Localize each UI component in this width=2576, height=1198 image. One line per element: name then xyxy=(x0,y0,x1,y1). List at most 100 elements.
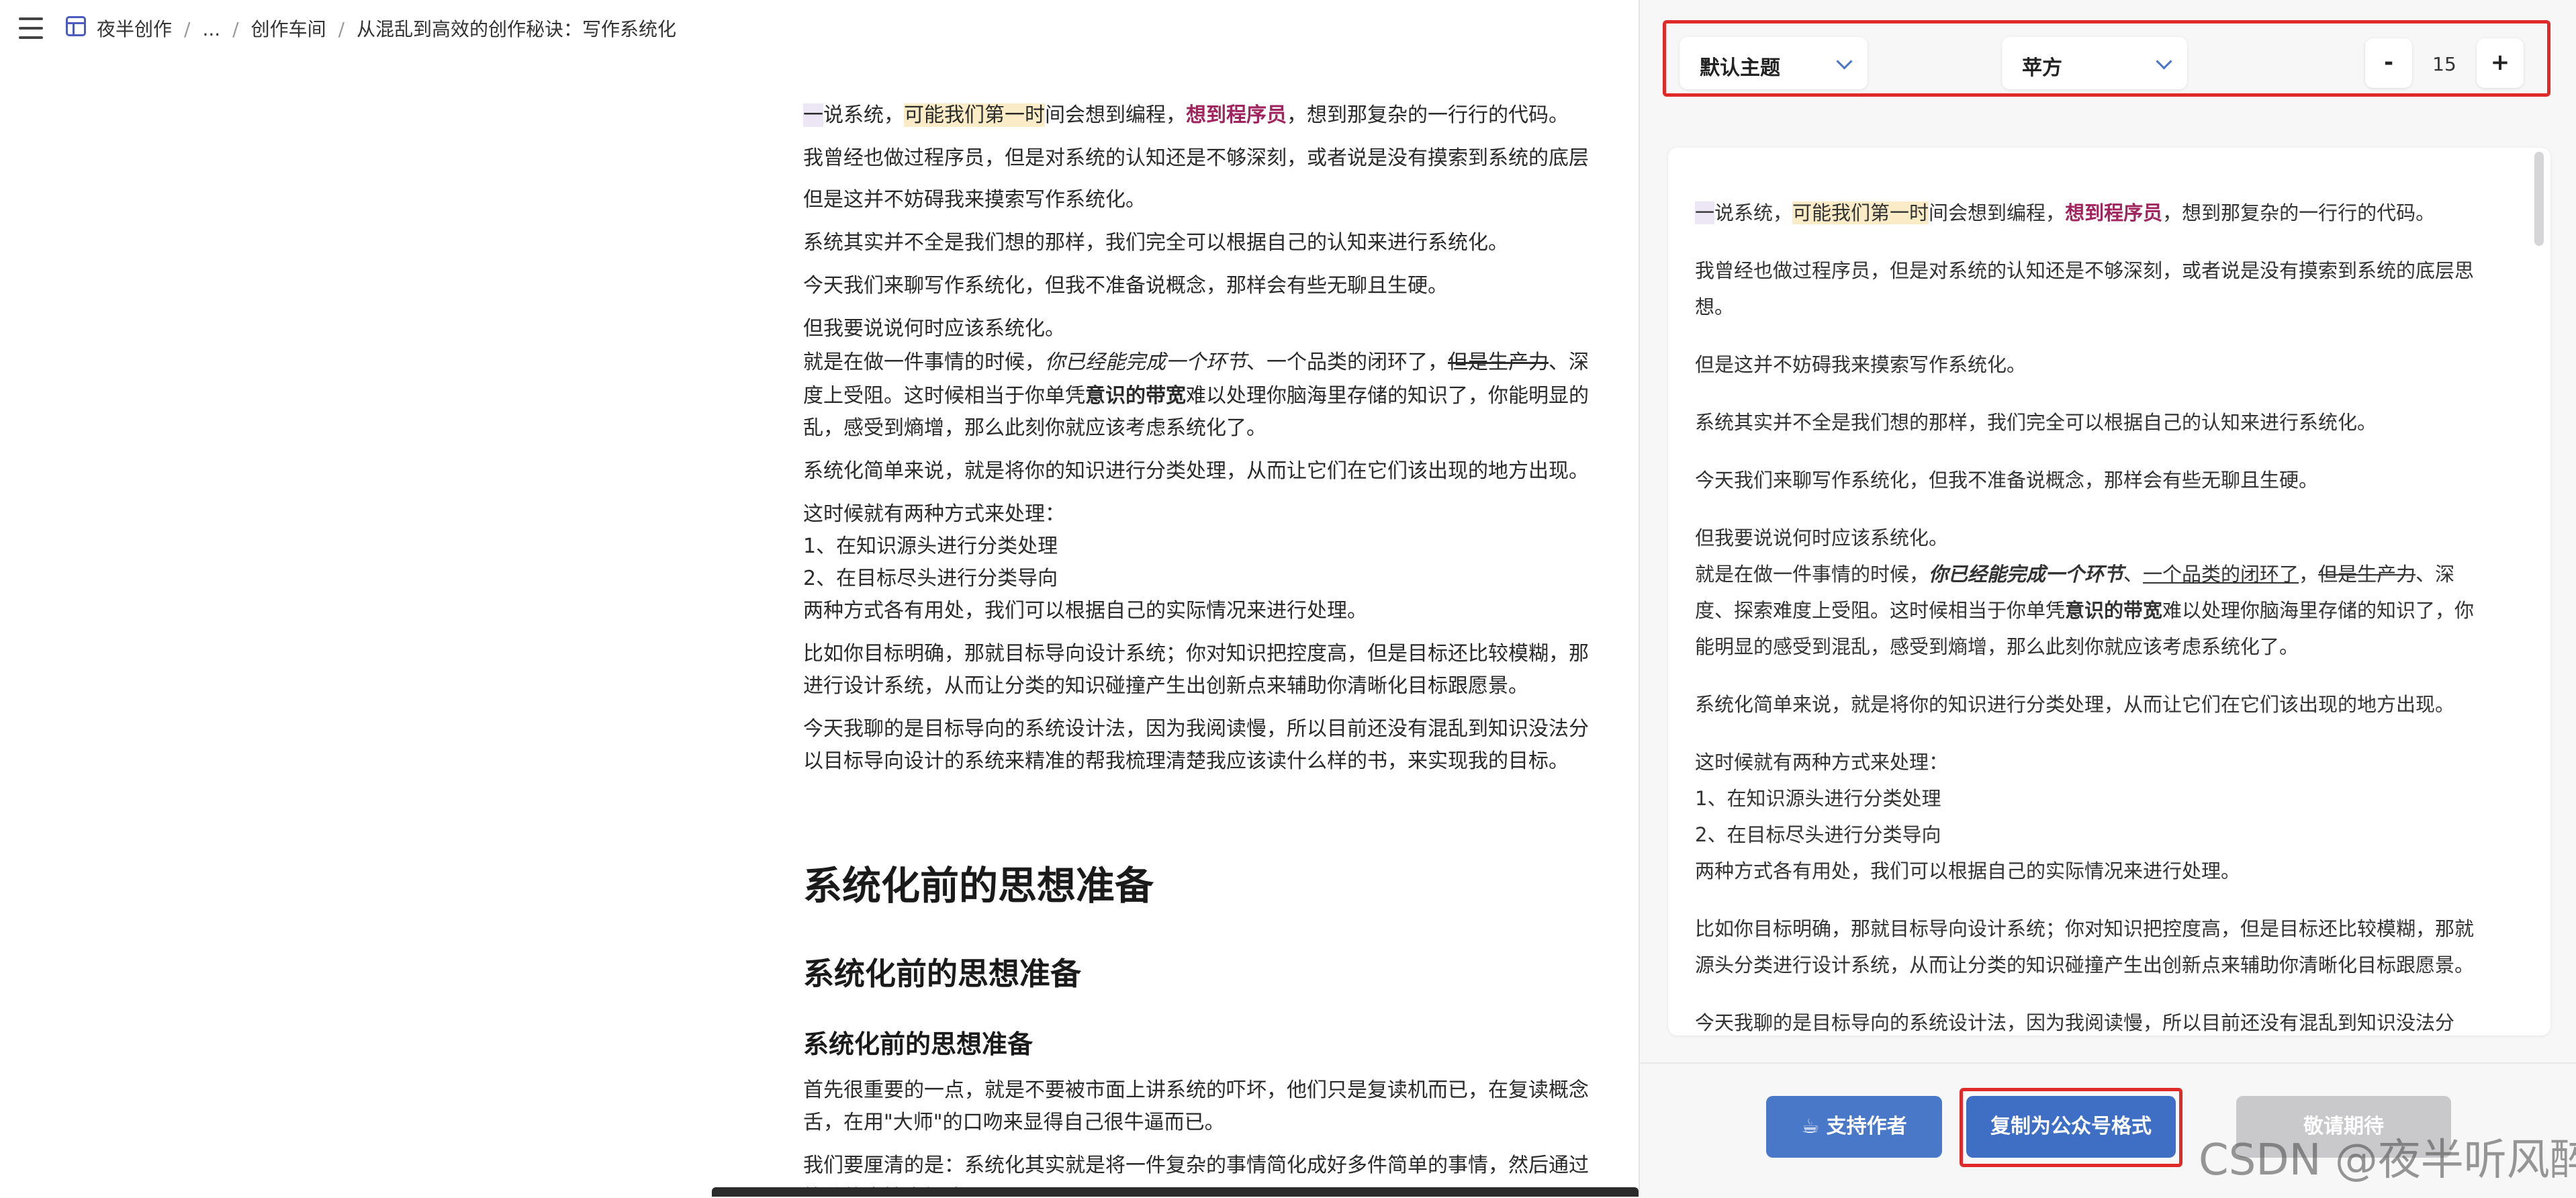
preview-paragraph: 一说系统，可能我们第一时间会想到编程，想到程序员，想到那复杂的一行行的代码。 xyxy=(1695,195,2508,231)
preview-paragraph: 今天我聊的是目标导向的系统设计法，因为我阅读慢，所以目前还没有混乱到知识没法分 xyxy=(1695,1011,2455,1034)
preview-paragraph: 能明显的感受到混乱，感受到熵增，那么此刻你就应该考虑系统化了。 xyxy=(1695,635,2299,658)
paragraph: 我们要厘清的是：系统化其实就是将一件复杂的事情简化成好多件简单的事情，然后通过 xyxy=(803,1154,1589,1177)
text-run: ，想到那复杂的一行行的代码。 xyxy=(2162,201,2436,224)
chevron-down-icon xyxy=(1836,53,1853,70)
page-icon xyxy=(66,16,86,36)
keyword-text: 想到程序员 xyxy=(2065,201,2163,224)
preview-paragraph: 但是这并不妨碍我来摸索写作系统化。 xyxy=(1695,353,2027,376)
paragraph: 就是在做一件事情的时候，你已经能完成一个环节、一个品类的闭环了，但是生产力、深 xyxy=(803,345,1589,375)
preview-paragraph: 就是在做一件事情的时候，你已经能完成一个环节、一个品类的闭环了，但是生产力、深 xyxy=(1695,556,2508,592)
paragraph: 首先很重要的一点，就是不要被市面上讲系统的吓坏，他们只是复读机而已，在复读概念 xyxy=(803,1078,1589,1102)
chevron-down-icon xyxy=(2156,53,2172,70)
text-run: 度上受阻。这时候相当于你单凭 xyxy=(803,384,1085,408)
list-item: 2、在目标尽头进行分类导向 xyxy=(803,567,1058,590)
bold-text: 意识的带宽 xyxy=(1085,384,1186,408)
bold-text: 意识的带宽 xyxy=(2065,599,2163,622)
preview-paragraph: 系统化简单来说，就是将你的知识进行分类处理，从而让它们在它们该出现的地方出现。 xyxy=(1695,693,2455,716)
breadcrumb-separator: / xyxy=(184,18,191,40)
style-toolbar: 默认主题 苹方 - 15 + xyxy=(1663,20,2550,97)
paragraph: 我曾经也做过程序员，但是对系统的认知还是不够深刻，或者说是没有摸索到系统的底层 xyxy=(803,146,1589,170)
breadcrumb-current-page[interactable]: 从混乱到高效的创作秘诀：写作系统化 xyxy=(357,18,676,40)
text-run: 、深 xyxy=(1549,351,1589,374)
heading-3: 系统化前的思想准备 xyxy=(803,1029,1033,1059)
text-run: ， xyxy=(2299,563,2319,586)
breadcrumb-parent[interactable]: 创作车间 xyxy=(251,18,326,40)
list-item: 1、在知识源头进行分类处理 xyxy=(803,535,1058,558)
breadcrumb-workspace[interactable]: 夜半创作 xyxy=(97,18,172,40)
preview-paragraph: 源头分类进行设计系统，从而让分类的知识碰撞产生出创新点来辅助你清晰化目标跟愿景。 xyxy=(1695,954,2475,976)
highlighted-text: 可能我们第一时 xyxy=(904,103,1045,127)
text-run: 间会想到编程， xyxy=(1045,103,1186,127)
preview-paragraph: 系统其实并不全是我们想的那样，我们完全可以根据自己的认知来进行系统化。 xyxy=(1695,411,2377,434)
text-run: 就是在做一件事情的时候， xyxy=(803,351,1045,374)
paragraph: 这时候就有两种方式来处理： xyxy=(803,502,1065,526)
paragraph: 以目标导向设计的系统来精准的帮我梳理清楚我应该读什么样的书，来实现我的目标。 xyxy=(803,749,1569,773)
paragraph: 比如你目标明确，那就目标导向设计系统；你对知识把控度高，但是目标还比较模糊，那 xyxy=(803,642,1589,665)
heading-2: 系统化前的思想准备 xyxy=(803,956,1081,992)
text-run: 、一个品类的闭环了， xyxy=(1246,351,1448,374)
breadcrumb: 夜半创作 /... / 创作车间 / 从混乱到高效的创作秘诀：写作系统化 xyxy=(97,15,676,42)
theme-select-value: 默认主题 xyxy=(1700,56,1780,80)
preview-paragraph: 但我要说说何时应该系统化。 xyxy=(1695,526,1949,549)
preview-paragraph: 比如你目标明确，那就目标导向设计系统；你对知识把控度高，但是目标还比较模糊，那就 xyxy=(1695,917,2475,940)
preview-paragraph: 我曾经也做过程序员，但是对系统的认知还是不够深刻，或者说是没有摸索到系统的底层思 xyxy=(1695,259,2475,282)
font-size-increase-button[interactable]: + xyxy=(2477,38,2524,88)
window-bottom-edge xyxy=(712,1187,1639,1197)
paragraph: 舌，在用"大师"的口吻来显得自己很牛逼而已。 xyxy=(803,1111,1225,1134)
text-run: 难以处理你脑海里存储的知识了，你能明显的 xyxy=(1186,384,1589,408)
italic-text: 你已经能完成一个环节 xyxy=(1045,351,1246,374)
preview-paragraph: 度、探索难度上受阻。这时候相当于你单凭意识的带宽难以处理你脑海里存储的知识了，你 xyxy=(1695,592,2508,629)
preview-paragraph: 两种方式各有用处，我们可以根据自己的实际情况来进行处理。 xyxy=(1695,860,2241,882)
paragraph: 两种方式各有用处，我们可以根据自己的实际情况来进行处理。 xyxy=(803,599,1367,623)
text-run: 间会想到编程， xyxy=(1929,201,2066,224)
highlighted-text: 一 xyxy=(1695,201,1715,224)
copy-wechat-format-button[interactable]: 复制为公众号格式 xyxy=(1966,1096,2176,1158)
text-run: 难以处理你脑海里存储的知识了，你 xyxy=(2162,599,2475,622)
csdn-watermark: CSDN @夜半听风醉 xyxy=(2199,1136,2576,1185)
text-run: 说系统， xyxy=(823,103,904,127)
preview-list-item: 2、在目标尽头进行分类导向 xyxy=(1695,823,1941,846)
heading-1: 系统化前的思想准备 xyxy=(803,863,1154,909)
paragraph: 进行设计系统，从而让分类的知识碰撞产生出创新点来辅助你清晰化目标跟愿景。 xyxy=(803,674,1528,698)
italic-text: 你已经能完成一个环节 xyxy=(1929,563,2124,586)
breadcrumb-ellipsis[interactable]: ... xyxy=(202,18,220,40)
panel-footer: ☕ 支持作者 复制为公众号格式 敬请期待 CSDN @夜半听风醉 xyxy=(1640,1062,2576,1198)
paragraph: 一说系统，可能我们第一时间会想到编程，想到程序员，想到那复杂的一行行的代码。 xyxy=(803,98,1569,128)
top-bar: 夜半创作 /... / 创作车间 / 从混乱到高效的创作秘诀：写作系统化 xyxy=(0,0,1639,58)
paragraph: 系统化简单来说，就是将你的知识进行分类处理，从而让它们在它们该出现的地方出现。 xyxy=(803,459,1589,483)
text-run: 、 xyxy=(2123,563,2144,586)
paragraph: 但是这并不妨碍我来摸索写作系统化。 xyxy=(803,188,1146,212)
preview-list-item: 1、在知识源头进行分类处理 xyxy=(1695,787,1941,810)
preview-pane[interactable]: 一说系统，可能我们第一时间会想到编程，想到程序员，想到那复杂的一行行的代码。 我… xyxy=(1668,148,2550,1035)
text-run: 度、探索难度上受阻。这时候相当于你单凭 xyxy=(1695,599,2066,622)
font-size-decrease-button[interactable]: - xyxy=(2365,38,2412,88)
font-select[interactable]: 苹方 xyxy=(2002,37,2187,89)
paragraph: 今天我聊的是目标导向的系统设计法，因为我阅读慢，所以目前还没有混乱到知识没法分 xyxy=(803,717,1589,741)
document-editor[interactable]: 一说系统，可能我们第一时间会想到编程，想到程序员，想到那复杂的一行行的代码。 我… xyxy=(803,93,1639,1197)
paragraph: 但我要说说何时应该系统化。 xyxy=(803,317,1065,340)
paragraph: 系统其实并不全是我们想的那样，我们完全可以根据自己的认知来进行系统化。 xyxy=(803,231,1508,255)
strikethrough-text: 但是生产力 xyxy=(1448,351,1549,374)
strikethrough-text: 但是生产力 xyxy=(2318,563,2416,586)
preview-paragraph: 今天我们来聊写作系统化，但我不准备说概念，那样会有些无聊且生硬。 xyxy=(1695,469,2319,492)
breadcrumb-separator: / xyxy=(232,18,239,40)
keyword-text: 想到程序员 xyxy=(1186,103,1287,127)
hamburger-menu-icon[interactable] xyxy=(19,17,43,39)
paragraph: 乱，感受到熵增，那么此刻你就应该考虑系统化了。 xyxy=(803,416,1267,440)
highlighted-text: 可能我们第一时 xyxy=(1792,201,1929,224)
highlighted-text: 一 xyxy=(803,103,823,127)
breadcrumb-separator: / xyxy=(338,18,345,40)
text-run: 说系统， xyxy=(1714,201,1793,224)
text-run: 就是在做一件事情的时候， xyxy=(1695,563,1929,586)
text-run: 、深 xyxy=(2416,563,2455,586)
preview-paragraph: 想。 xyxy=(1695,295,1735,318)
preview-paragraph: 这时候就有两种方式来处理： xyxy=(1695,751,1949,774)
font-select-value: 苹方 xyxy=(2022,56,2062,80)
paragraph: 今天我们来聊写作系统化，但我不准备说概念，那样会有些无聊且生硬。 xyxy=(803,274,1448,297)
paragraph: 度上受阻。这时候相当于你单凭意识的带宽难以处理你脑海里存储的知识了，你能明显的 xyxy=(803,379,1589,408)
theme-select[interactable]: 默认主题 xyxy=(1680,37,1868,89)
preview-scrollbar[interactable] xyxy=(2534,152,2544,246)
underlined-text: 一个品类的闭环了 xyxy=(2143,563,2299,586)
font-size-value: 15 xyxy=(2432,53,2456,75)
support-author-button[interactable]: ☕ 支持作者 xyxy=(1766,1096,1942,1158)
